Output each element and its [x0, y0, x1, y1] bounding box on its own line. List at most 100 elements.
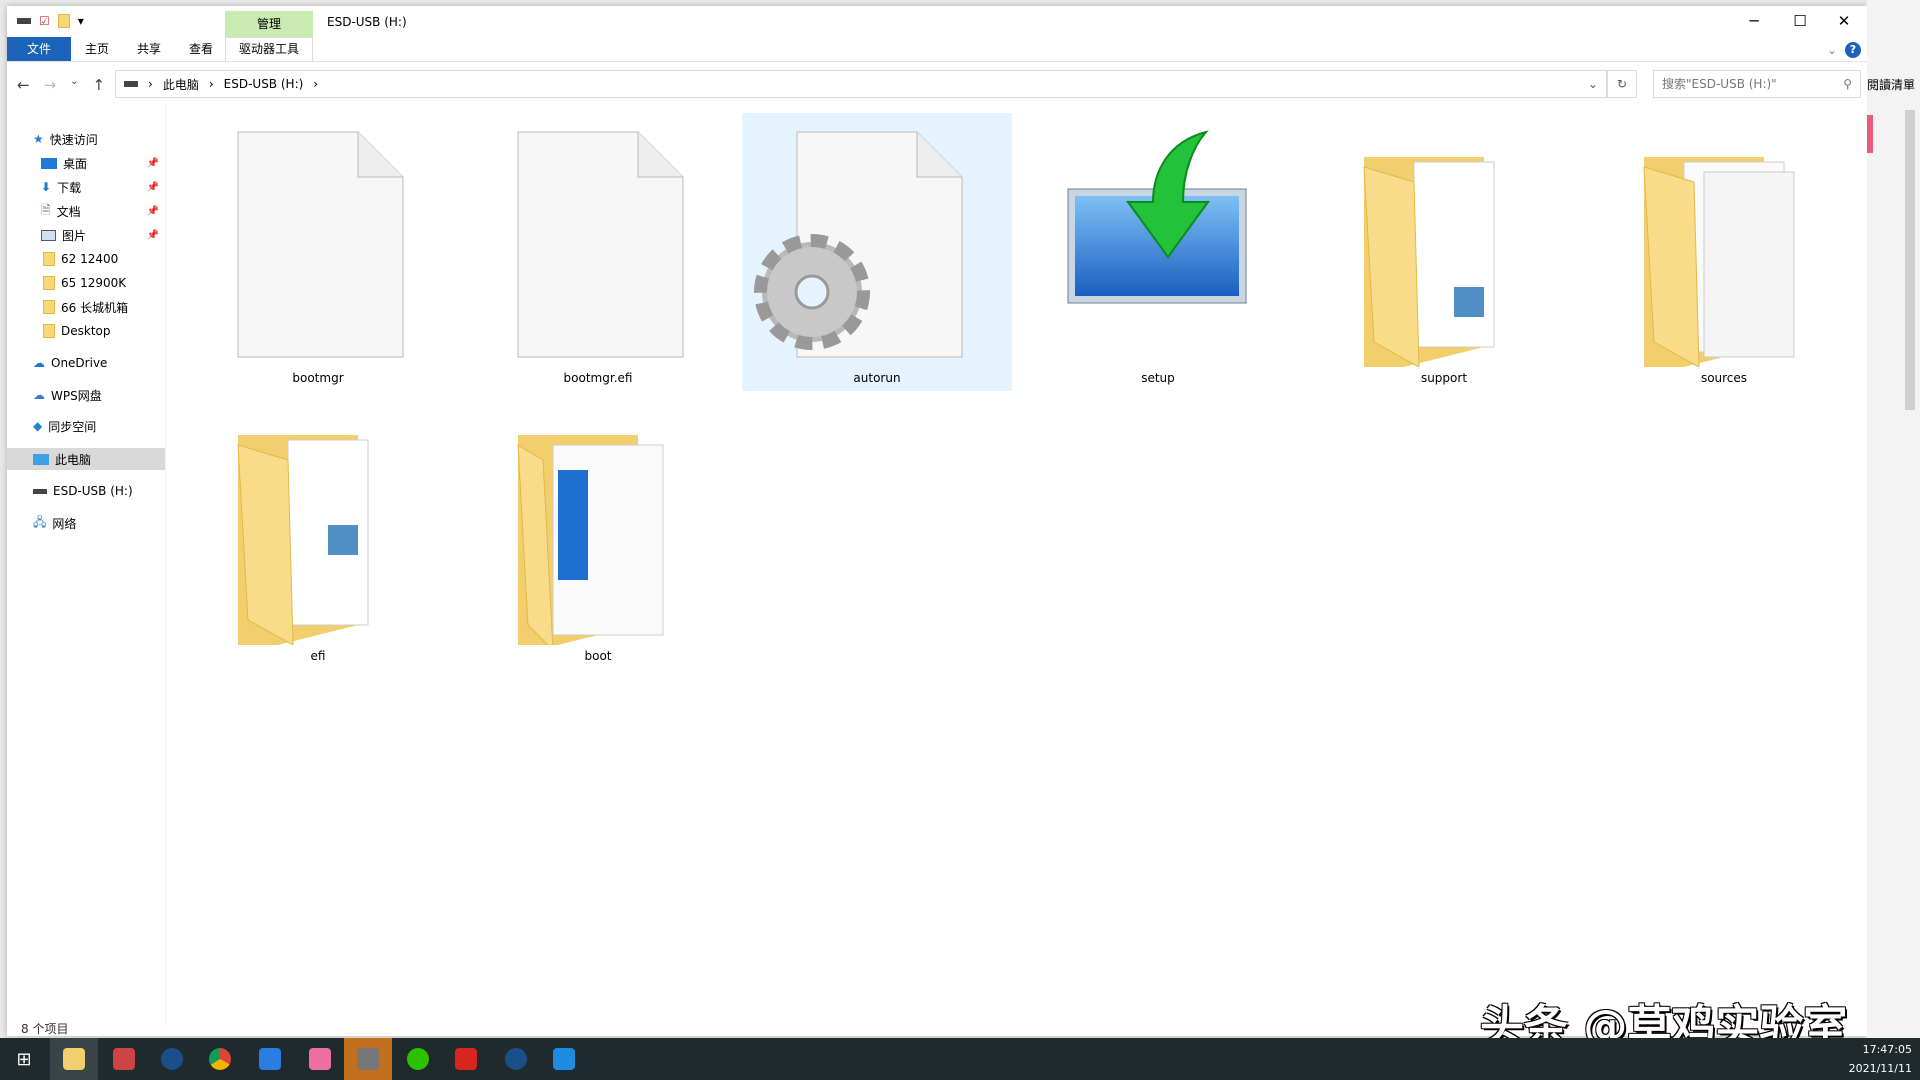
file-item[interactable]: bootmgr.efi [463, 113, 733, 391]
sidebar-item-label: 快速访问 [50, 131, 98, 148]
sidebar-item-sync[interactable]: ◆ 同步空间 [7, 415, 165, 437]
system-clock[interactable]: 17:47:05 2021/11/11 [1849, 1040, 1912, 1078]
folder-icon [43, 324, 55, 338]
manage-context-tab[interactable]: 管理 [225, 11, 313, 37]
folder-item[interactable]: sources [1589, 113, 1859, 391]
expand-ribbon-icon[interactable]: ⌄ [1827, 43, 1837, 57]
file-name: setup [1023, 371, 1293, 385]
sync-icon: ◆ [33, 419, 42, 433]
new-folder-icon[interactable] [58, 14, 70, 28]
tab-home[interactable]: 主页 [71, 37, 123, 61]
app-icon [259, 1048, 281, 1070]
file-name: bootmgr [183, 371, 453, 385]
maximize-button[interactable]: ☐ [1777, 6, 1823, 36]
customize-toolbar-icon[interactable]: ▾ [78, 14, 84, 28]
folder-icon [43, 300, 55, 314]
sidebar-item-folder[interactable]: 66 长城机箱 [7, 296, 165, 318]
taskbar: ⊞ 17:47:05 2021/11/11 [0, 1038, 1920, 1080]
download-icon: ⬇ [41, 180, 51, 194]
sidebar-item-label: 65 12900K [61, 276, 126, 290]
breadcrumb-separator: › [148, 77, 153, 91]
sidebar-item-pictures[interactable]: 图片📌 [7, 224, 165, 246]
sidebar-item-label: 下载 [57, 179, 81, 196]
desktop-icon [41, 158, 57, 169]
sidebar-item-this-pc[interactable]: 此电脑 [7, 448, 165, 470]
blank-file-icon [218, 127, 418, 367]
reading-list-label[interactable]: 閱讀清單 [1867, 76, 1915, 93]
forward-button[interactable]: → [44, 76, 57, 94]
sidebar-item-folder[interactable]: 62 12400 [7, 248, 165, 270]
tab-drive-tools[interactable]: 驱动器工具 [225, 37, 313, 61]
taskbar-app-active[interactable] [344, 1038, 392, 1080]
file-item-selected[interactable]: autorun [742, 113, 1012, 391]
sidebar-item-usb-drive[interactable]: ESD-USB (H:) [7, 480, 165, 502]
star-icon: ★ [33, 132, 44, 146]
folder-item[interactable]: efi [183, 391, 453, 669]
start-button[interactable]: ⊞ [0, 1038, 48, 1080]
sidebar-item-onedrive[interactable]: ☁OneDrive [7, 352, 165, 374]
folder-icon [43, 252, 55, 266]
minimize-button[interactable]: ─ [1731, 6, 1777, 36]
sidebar-item-network[interactable]: 🖧网络 [7, 512, 165, 534]
recent-locations-button[interactable]: ⌄ [70, 76, 78, 94]
taskbar-steam[interactable] [492, 1038, 540, 1080]
file-item[interactable]: setup [1023, 113, 1293, 391]
taskbar-app[interactable] [246, 1038, 294, 1080]
breadcrumb-separator: › [313, 77, 318, 91]
sidebar-item-label: WPS网盘 [51, 387, 102, 404]
sidebar-item-label: 62 12400 [61, 252, 118, 266]
address-dropdown-icon[interactable]: ⌄ [1588, 77, 1598, 91]
folder-item[interactable]: boot [463, 391, 733, 669]
scrollbar[interactable] [1905, 110, 1915, 410]
taskbar-file-explorer[interactable] [50, 1038, 98, 1080]
address-bar[interactable]: › 此电脑 › ESD-USB (H:) › ⌄ [115, 70, 1607, 98]
pin-icon: 📌 [147, 182, 159, 193]
taskbar-wechat[interactable] [394, 1038, 442, 1080]
sidebar-item-label: OneDrive [51, 356, 107, 370]
sidebar-item-label: 图片 [62, 227, 86, 244]
help-icon[interactable]: ? [1845, 42, 1861, 58]
folder-icon [218, 405, 418, 645]
properties-icon[interactable]: ☑ [39, 14, 50, 28]
sidebar-item-folder[interactable]: 65 12900K [7, 272, 165, 294]
tab-file[interactable]: 文件 [7, 37, 71, 61]
search-placeholder: 搜索"ESD-USB (H:)" [1662, 71, 1777, 97]
sidebar-item-documents[interactable]: 🗎文档📌 [7, 200, 165, 222]
sidebar-item-downloads[interactable]: ⬇ 下载 📌 [7, 176, 165, 198]
ribbon-tabs: 文件 主页 共享 查看 [7, 37, 227, 61]
file-item[interactable]: bootmgr [183, 113, 453, 391]
taskbar-wps[interactable] [442, 1038, 490, 1080]
sidebar-item-label: 此电脑 [55, 451, 91, 468]
sidebar-item-wps[interactable]: ☁WPS网盘 [7, 384, 165, 406]
wechat-icon [407, 1048, 429, 1070]
windows-icon: ⊞ [16, 1049, 31, 1070]
app-icon [309, 1048, 331, 1070]
ribbon-divider [7, 61, 1867, 62]
file-explorer-window: ☑ ▾ 管理 驱动器工具 ESD-USB (H:) 文件 主页 共享 查看 ─ … [7, 6, 1867, 1036]
folder-item[interactable]: support [1309, 113, 1579, 391]
clock-date: 2021/11/11 [1849, 1059, 1912, 1078]
sidebar-item-label: 同步空间 [48, 418, 96, 435]
up-button[interactable]: ↑ [93, 76, 106, 94]
wps-icon [455, 1048, 477, 1070]
breadcrumb-drive[interactable]: ESD-USB (H:) [224, 77, 304, 91]
taskbar-app[interactable] [100, 1038, 148, 1080]
tab-view[interactable]: 查看 [175, 37, 227, 61]
steam-icon [161, 1048, 183, 1070]
sidebar-item-quick-access[interactable]: ★ 快速访问 [7, 128, 165, 150]
sidebar-item-label: 网络 [52, 515, 76, 532]
taskbar-app[interactable] [540, 1038, 588, 1080]
drive-icon[interactable] [17, 18, 31, 24]
search-input[interactable]: 搜索"ESD-USB (H:)"⚲ [1653, 70, 1861, 98]
taskbar-app[interactable] [296, 1038, 344, 1080]
taskbar-steam[interactable] [148, 1038, 196, 1080]
folder-icon [1624, 127, 1824, 367]
sidebar-item-desktop[interactable]: 桌面📌 [7, 152, 165, 174]
sidebar-item-folder[interactable]: Desktop [7, 320, 165, 342]
refresh-button[interactable]: ↻ [1607, 70, 1637, 98]
breadcrumb-this-pc[interactable]: 此电脑 [163, 76, 199, 93]
close-button[interactable]: ✕ [1821, 6, 1867, 36]
taskbar-chrome[interactable] [196, 1038, 244, 1080]
back-button[interactable]: ← [17, 76, 30, 94]
tab-share[interactable]: 共享 [123, 37, 175, 61]
